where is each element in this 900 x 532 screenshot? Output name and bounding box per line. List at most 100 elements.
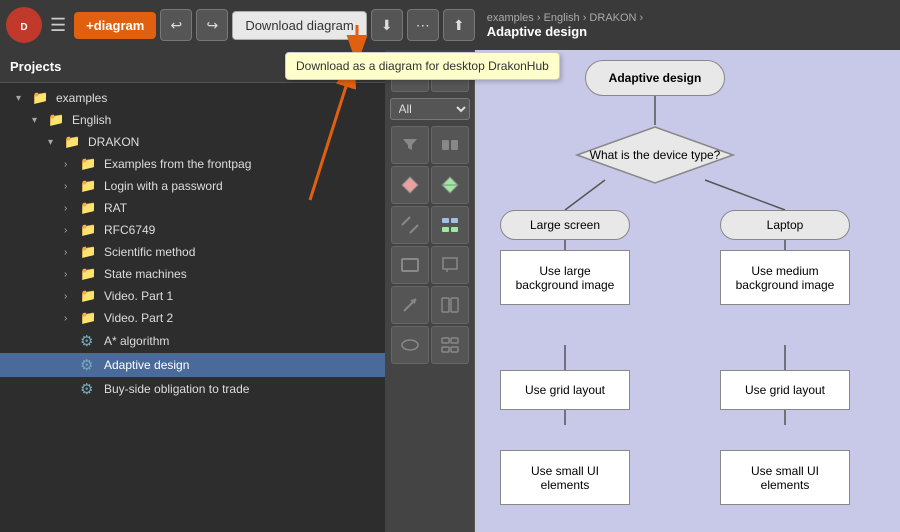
fc-node-small-ui-large-label: Use small UI elements xyxy=(531,464,599,492)
node-tool-button[interactable] xyxy=(431,126,469,164)
diagram-icon: ⚙ xyxy=(80,332,100,350)
sidebar-item-english[interactable]: ▾ 📁 English xyxy=(0,109,385,131)
filter-select[interactable]: All Basic Advanced xyxy=(390,98,470,120)
shape-tools-4 xyxy=(391,246,469,284)
comment-tool-button[interactable] xyxy=(431,246,469,284)
chevron-right-icon: › xyxy=(64,181,78,192)
chevron-right-icon: › xyxy=(64,269,78,280)
fc-node-grid-laptop[interactable]: Use grid layout xyxy=(720,370,850,410)
sidebar: Projects ✕ ▾ 📁 examples ▾ 📁 English ▾ 📁 … xyxy=(0,50,385,532)
download-diagram-button[interactable]: Download diagram xyxy=(232,11,366,40)
folder-icon: 📁 xyxy=(80,288,100,304)
sidebar-item-label: DRAKON xyxy=(88,135,139,149)
fc-node-small-ui-laptop[interactable]: Use small UI elements xyxy=(720,450,850,505)
hamburger-button[interactable]: ☰ xyxy=(46,11,70,40)
start-tool-button[interactable] xyxy=(391,326,429,364)
sidebar-item-label: State machines xyxy=(104,267,187,281)
multi-line-button[interactable] xyxy=(431,206,469,244)
shape-tools-6 xyxy=(391,326,469,364)
sidebar-item-label: Buy-side obligation to trade xyxy=(104,382,249,396)
fc-node-large-bg-label: Use large background image xyxy=(516,264,615,292)
parallel-tool-button[interactable] xyxy=(431,286,469,324)
sidebar-item-label: English xyxy=(72,113,111,127)
projects-title: Projects xyxy=(10,59,61,74)
sidebar-item-adaptive[interactable]: › ⚙ Adaptive design xyxy=(0,353,385,377)
diagram-canvas[interactable]: Adaptive design What is the device type?… xyxy=(475,50,900,532)
folder-icon: 📁 xyxy=(80,310,100,326)
chevron-right-icon: › xyxy=(64,225,78,236)
fc-node-small-ui-laptop-label: Use small UI elements xyxy=(751,464,819,492)
spacer: › xyxy=(64,360,78,371)
filter-tool-button[interactable] xyxy=(391,126,429,164)
fc-title[interactable]: Adaptive design xyxy=(585,60,725,96)
chevron-right-icon: › xyxy=(64,159,78,170)
sidebar-item-label: RAT xyxy=(104,201,127,215)
export-button[interactable]: ⬆ xyxy=(443,9,475,41)
shape-tools-1 xyxy=(391,126,469,164)
undo-button[interactable]: ↩ xyxy=(160,9,192,41)
sidebar-item-label: Adaptive design xyxy=(104,358,189,372)
chevron-right-icon: › xyxy=(64,203,78,214)
connector-tool-button[interactable] xyxy=(431,326,469,364)
sidebar-item-examples-fp[interactable]: › 📁 Examples from the frontpag xyxy=(0,153,385,175)
right-panel: 🔍 ✥ All Basic Advanced xyxy=(385,50,900,532)
fc-branch-laptop[interactable]: Laptop xyxy=(720,210,850,240)
shape-tools-3 xyxy=(391,206,469,244)
sidebar-item-buyside[interactable]: › ⚙ Buy-side obligation to trade xyxy=(0,377,385,401)
fc-branch-large[interactable]: Large screen xyxy=(500,210,630,240)
sidebar-item-state[interactable]: › 📁 State machines xyxy=(0,263,385,285)
spacer: › xyxy=(64,384,78,395)
sidebar-item-label: Examples from the frontpag xyxy=(104,157,251,171)
folder-icon: 📁 xyxy=(80,266,100,282)
add-diagram-button[interactable]: +diagram xyxy=(74,12,156,39)
fc-title-label: Adaptive design xyxy=(609,71,702,85)
fc-node-medium-bg[interactable]: Use medium background image xyxy=(720,250,850,305)
chevron-icon: ▾ xyxy=(16,93,30,104)
file-tree: ▾ 📁 examples ▾ 📁 English ▾ 📁 DRAKON › 📁 … xyxy=(0,83,385,532)
folder-icon: 📁 xyxy=(64,134,84,150)
share-button[interactable]: ⋯ xyxy=(407,9,439,41)
fc-question[interactable]: What is the device type? xyxy=(575,125,735,185)
line-tool-button[interactable] xyxy=(391,206,429,244)
sidebar-item-login[interactable]: › 📁 Login with a password xyxy=(0,175,385,197)
diamond-tool-button[interactable] xyxy=(391,166,429,204)
fc-node-grid-large[interactable]: Use grid layout xyxy=(500,370,630,410)
sidebar-item-video2[interactable]: › 📁 Video. Part 2 xyxy=(0,307,385,329)
sidebar-item-drakon[interactable]: ▾ 📁 DRAKON xyxy=(0,131,385,153)
page-title: Adaptive design xyxy=(487,24,644,39)
sidebar-item-sci[interactable]: › 📁 Scientific method xyxy=(0,241,385,263)
arrow-tool-button[interactable] xyxy=(391,286,429,324)
chevron-right-icon: › xyxy=(64,247,78,258)
fc-question-label: What is the device type? xyxy=(590,148,721,162)
sidebar-item-label: RFC6749 xyxy=(104,223,155,237)
breadcrumb: examples › English › DRAKON › xyxy=(487,12,644,24)
split-tool-button[interactable] xyxy=(431,166,469,204)
import-button[interactable]: ⬇ xyxy=(371,9,403,41)
rect-tool-button[interactable] xyxy=(391,246,429,284)
app-logo: D xyxy=(6,7,42,43)
folder-icon: 📁 xyxy=(32,90,52,106)
chevron-icon: ▾ xyxy=(32,115,46,126)
tools-panel: 🔍 ✥ All Basic Advanced xyxy=(385,50,475,532)
sidebar-item-rat[interactable]: › 📁 RAT xyxy=(0,197,385,219)
fc-node-large-bg[interactable]: Use large background image xyxy=(500,250,630,305)
fc-node-small-ui-large[interactable]: Use small UI elements xyxy=(500,450,630,505)
chevron-right-icon: › xyxy=(64,291,78,302)
chevron-icon: ▾ xyxy=(48,137,62,148)
folder-icon: 📁 xyxy=(80,156,100,172)
folder-icon: 📁 xyxy=(80,222,100,238)
fc-node-medium-bg-label: Use medium background image xyxy=(736,264,835,292)
folder-icon: 📁 xyxy=(80,244,100,260)
sidebar-item-examples[interactable]: ▾ 📁 examples xyxy=(0,87,385,109)
fc-node-grid-large-label: Use grid layout xyxy=(525,383,605,397)
folder-icon: 📁 xyxy=(48,112,68,128)
breadcrumb-area: examples › English › DRAKON › Adaptive d… xyxy=(487,12,644,39)
spacer: › xyxy=(64,336,78,347)
fc-node-grid-laptop-label: Use grid layout xyxy=(745,383,825,397)
sidebar-item-astar[interactable]: › ⚙ A* algorithm xyxy=(0,329,385,353)
sidebar-item-video1[interactable]: › 📁 Video. Part 1 xyxy=(0,285,385,307)
shape-tools-2 xyxy=(391,166,469,204)
tooltip-text: Download as a diagram for desktop Drakon… xyxy=(296,59,549,73)
sidebar-item-rfc[interactable]: › 📁 RFC6749 xyxy=(0,219,385,241)
redo-button[interactable]: ↪ xyxy=(196,9,228,41)
